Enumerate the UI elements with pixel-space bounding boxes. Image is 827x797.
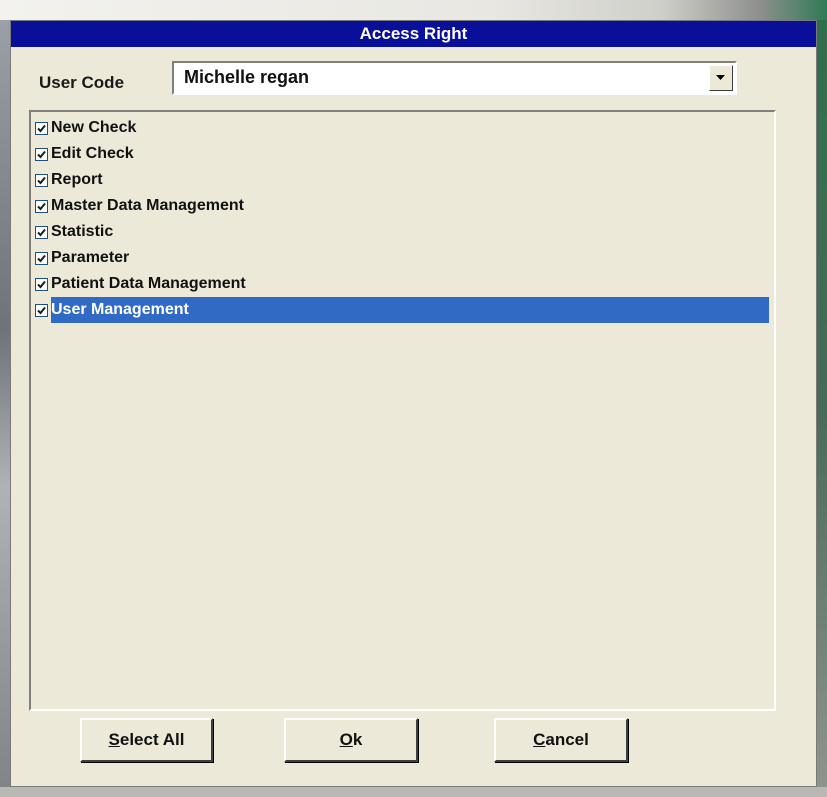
check-icon <box>37 150 46 158</box>
list-item-parameter[interactable]: Parameter <box>35 245 769 271</box>
checkbox[interactable] <box>35 303 48 317</box>
access-rights-list[interactable]: New Check Edit Check Report Master Data … <box>29 110 776 711</box>
select-all-button[interactable]: Select All <box>80 718 213 762</box>
list-item-edit-check[interactable]: Edit Check <box>35 141 769 167</box>
list-item-label: Master Data Management <box>51 197 244 214</box>
background-desktop-right <box>817 20 827 797</box>
select-all-label: elect All <box>119 730 185 749</box>
check-icon <box>37 280 46 288</box>
list-item-report[interactable]: Report <box>35 167 769 193</box>
checkbox[interactable] <box>35 121 48 135</box>
check-icon <box>37 202 46 210</box>
background-desktop <box>0 0 827 20</box>
cancel-button[interactable]: Cancel <box>494 718 628 762</box>
checkbox[interactable] <box>35 147 48 161</box>
background-desktop-bottom <box>0 787 827 797</box>
selection-highlight <box>192 297 769 323</box>
list-item-label: Report <box>51 171 103 188</box>
list-item-label: User Management <box>51 297 193 323</box>
list-item-patient-data-management[interactable]: Patient Data Management <box>35 271 769 297</box>
list-item-label: Statistic <box>51 223 114 240</box>
checkbox[interactable] <box>35 199 48 213</box>
dialog-title: Access Right <box>11 21 816 47</box>
ok-label: k <box>352 730 363 749</box>
list-item-label: Parameter <box>51 249 130 266</box>
checkbox[interactable] <box>35 277 48 291</box>
check-icon <box>37 228 46 236</box>
dropdown-button[interactable] <box>709 65 733 91</box>
user-code-combobox[interactable]: Michelle regan <box>172 61 737 95</box>
select-all-accel: S <box>108 730 120 749</box>
list-item-label: New Check <box>51 119 137 136</box>
list-item-user-management[interactable]: User Management <box>35 297 769 323</box>
ok-accel: O <box>339 730 353 749</box>
user-code-label: User Code <box>39 73 125 92</box>
list-item-label: Edit Check <box>51 145 134 162</box>
check-icon <box>37 124 46 132</box>
ok-button[interactable]: Ok <box>284 718 418 762</box>
list-item-statistic[interactable]: Statistic <box>35 219 769 245</box>
check-icon <box>37 254 46 262</box>
cancel-accel: C <box>533 730 546 749</box>
check-icon <box>37 306 46 314</box>
checkbox[interactable] <box>35 251 48 265</box>
chevron-down-icon <box>716 75 725 80</box>
cancel-label: ancel <box>545 730 589 749</box>
list-item-master-data-management[interactable]: Master Data Management <box>35 193 769 219</box>
user-code-value: Michelle regan <box>184 67 310 87</box>
checkbox[interactable] <box>35 225 48 239</box>
checkbox[interactable] <box>35 173 48 187</box>
check-icon <box>37 176 46 184</box>
list-item-label: Patient Data Management <box>51 275 246 292</box>
background-desktop-left <box>0 20 10 797</box>
access-right-dialog: Access Right User Code Michelle regan Ne… <box>10 20 817 787</box>
list-item-new-check[interactable]: New Check <box>35 115 769 141</box>
